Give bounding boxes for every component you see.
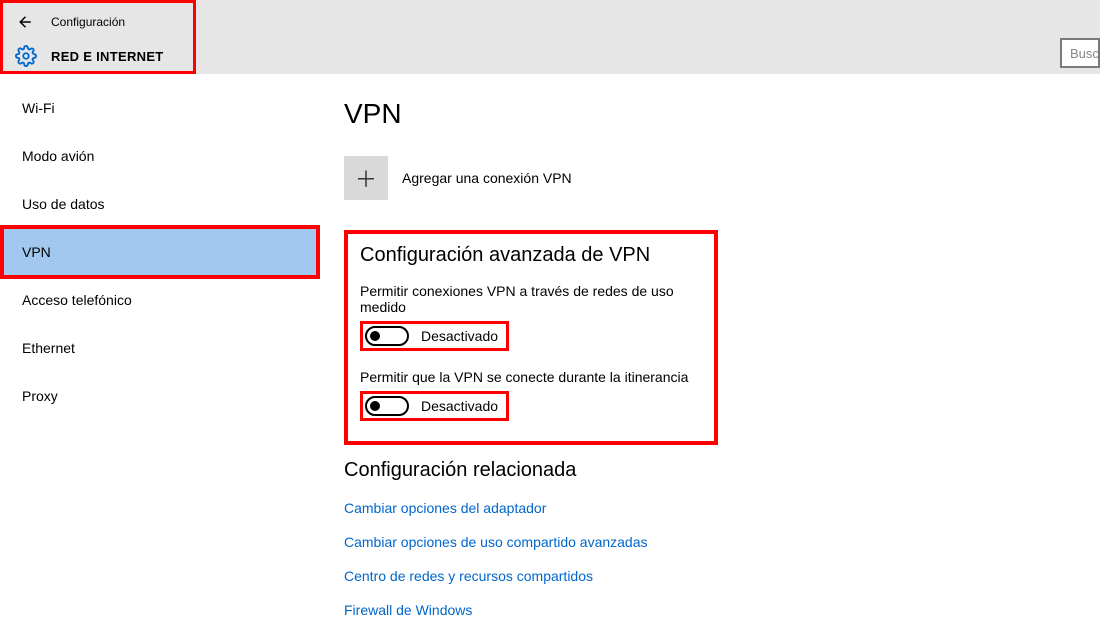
link-adapter-options[interactable]: Cambiar opciones del adaptador — [344, 500, 1076, 516]
advanced-vpn-box: Configuración avanzada de VPN Permitir c… — [344, 230, 718, 445]
setting-metered-label: Permitir conexiones VPN a través de rede… — [360, 283, 702, 315]
toggle-roaming-state: Desactivado — [421, 398, 498, 414]
add-vpn-button[interactable]: ＋ Agregar una conexión VPN — [344, 156, 1076, 200]
sidebar-item-data-usage[interactable]: Uso de datos — [0, 180, 320, 228]
advanced-heading: Configuración avanzada de VPN — [360, 244, 702, 267]
related-heading: Configuración relacionada — [344, 459, 1076, 482]
toggle-metered[interactable] — [365, 326, 409, 346]
search-input[interactable]: Busca — [1060, 38, 1100, 68]
settings-header: Configuración RED E INTERNET Busca — [0, 0, 1100, 74]
search-placeholder: Busca — [1070, 46, 1100, 61]
page-title: VPN — [344, 98, 1076, 130]
back-icon[interactable] — [15, 13, 33, 31]
setting-roaming-label: Permitir que la VPN se conecte durante l… — [360, 369, 702, 385]
content-pane: VPN ＋ Agregar una conexión VPN Configura… — [320, 74, 1100, 638]
header-section-title: RED E INTERNET — [51, 49, 164, 64]
link-sharing-options[interactable]: Cambiar opciones de uso compartido avanz… — [344, 534, 1076, 550]
sidebar-item-proxy[interactable]: Proxy — [0, 372, 320, 420]
sidebar-item-dialup[interactable]: Acceso telefónico — [0, 276, 320, 324]
add-vpn-label: Agregar una conexión VPN — [402, 170, 572, 186]
toggle-metered-state: Desactivado — [421, 328, 498, 344]
plus-icon: ＋ — [355, 162, 377, 194]
link-network-center[interactable]: Centro de redes y recursos compartidos — [344, 568, 1076, 584]
sidebar: Wi-Fi Modo avión Uso de datos VPN Acceso… — [0, 74, 320, 638]
header-highlight-box: Configuración RED E INTERNET — [0, 0, 196, 74]
toggle-roaming[interactable] — [365, 396, 409, 416]
back-label: Configuración — [51, 15, 125, 29]
sidebar-item-wifi[interactable]: Wi-Fi — [0, 84, 320, 132]
link-firewall[interactable]: Firewall de Windows — [344, 602, 1076, 618]
add-tile: ＋ — [344, 156, 388, 200]
gear-icon — [15, 45, 37, 67]
sidebar-item-airplane[interactable]: Modo avión — [0, 132, 320, 180]
sidebar-item-ethernet[interactable]: Ethernet — [0, 324, 320, 372]
sidebar-item-vpn[interactable]: VPN — [0, 228, 320, 276]
